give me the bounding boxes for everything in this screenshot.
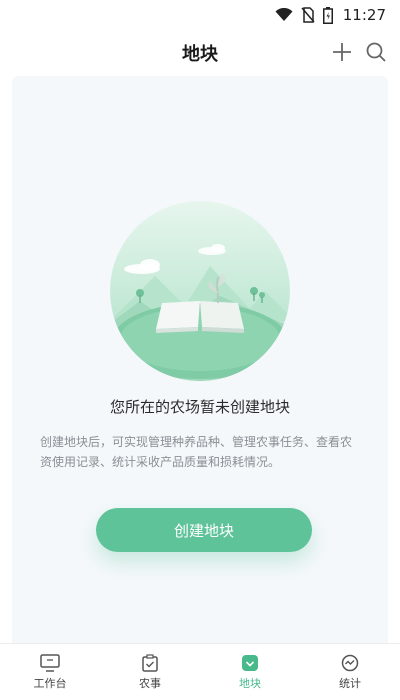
plot-icon — [242, 654, 258, 671]
tab-statistics[interactable]: 统计 — [300, 644, 400, 700]
tab-label: 统计 — [339, 676, 361, 690]
tab-label: 工作台 — [33, 676, 67, 690]
search-icon — [366, 42, 386, 62]
search-button[interactable] — [362, 38, 390, 66]
no-sim-icon — [301, 7, 315, 23]
empty-state-description: 创建地块后，可实现管理种养品种、管理农事任务、查看农资使用记录、统计采收产品质量… — [40, 435, 353, 469]
wifi-icon — [275, 8, 293, 22]
empty-state-panel: 您所在的农场暂未创建地块 创建地块后，可实现管理种养品种、管理农事任务、查看农资… — [12, 76, 388, 644]
empty-farm-illustration — [110, 201, 290, 381]
tab-label: 农事 — [139, 676, 161, 690]
add-icon — [333, 43, 351, 61]
clipboard-icon — [142, 653, 158, 672]
header: 地块 — [0, 30, 400, 76]
battery-icon — [322, 6, 333, 24]
tab-plots[interactable]: 地块 — [200, 644, 300, 700]
bottom-tab-bar: 工作台 农事 地块 统计 — [0, 643, 400, 700]
app-screen: 11:27 地块 您所在的农场暂未创建地块 创建地块后，可实现管理种养品种、管理… — [0, 0, 400, 700]
status-bar: 11:27 — [0, 0, 400, 30]
tab-farm-tasks[interactable]: 农事 — [100, 644, 200, 700]
status-time: 11:27 — [342, 6, 386, 24]
add-button[interactable] — [328, 38, 356, 66]
create-plot-button[interactable]: 创建地块 — [96, 508, 312, 552]
tab-label: 地块 — [239, 676, 261, 690]
empty-state-title: 您所在的农场暂未创建地块 — [109, 398, 290, 416]
tab-workbench[interactable]: 工作台 — [0, 644, 100, 700]
monitor-icon — [40, 653, 60, 672]
stats-icon — [341, 654, 359, 671]
